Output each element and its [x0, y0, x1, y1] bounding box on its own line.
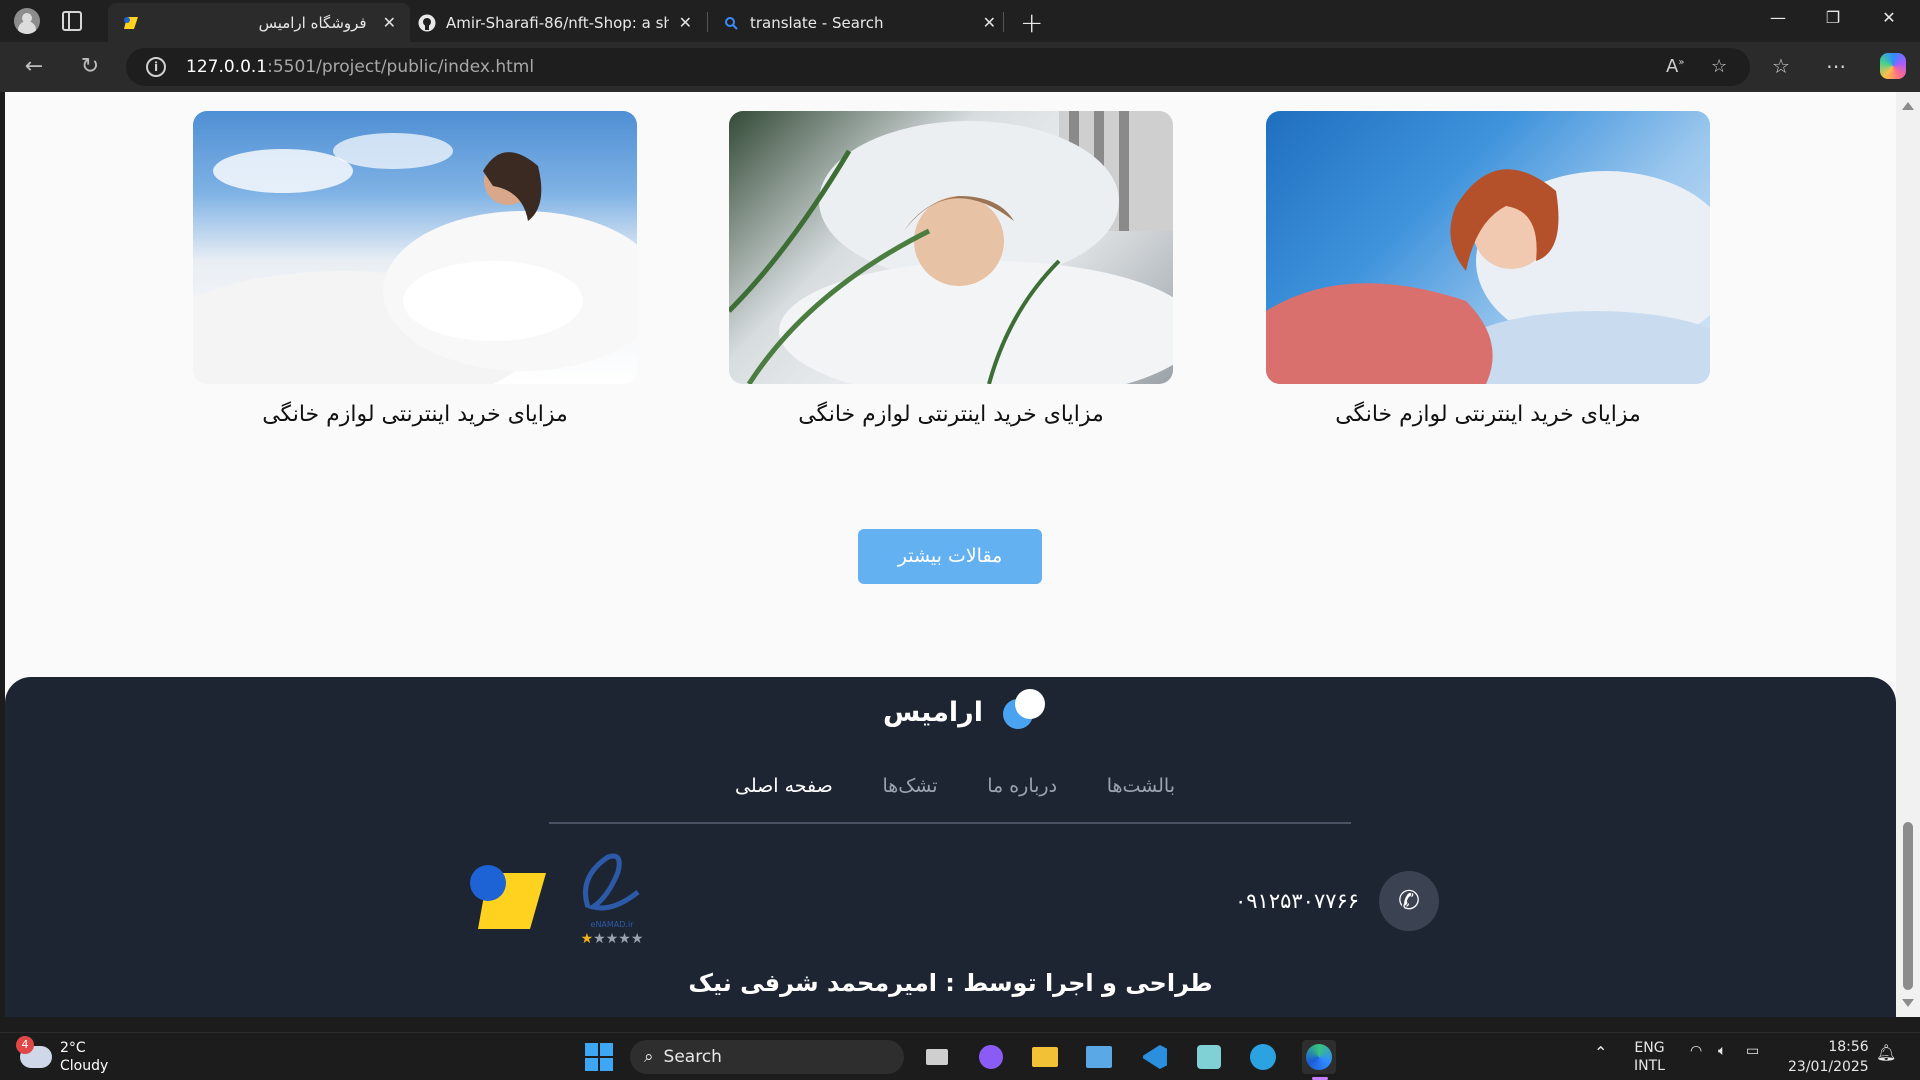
more-options-icon[interactable]: ⋯ — [1826, 54, 1846, 78]
windows-taskbar: 4 2°C Cloudy ⌕ Search ⌃ ENG INTL ◠ 🔈︎ ▭ … — [0, 1032, 1920, 1080]
site-footer: ارامیس صفحه اصلی تشک‌ها درباره ما بالشت‌… — [5, 677, 1896, 1017]
article-image-woman-sleeping-blue-sheets[interactable] — [1266, 111, 1710, 384]
page-viewport: مزایای خرید اینترنتی لوازم خانگی مزایای … — [5, 92, 1896, 1017]
article-card[interactable]: مزایای خرید اینترنتی لوازم خانگی — [1266, 111, 1710, 427]
article-caption[interactable]: مزایای خرید اینترنتی لوازم خانگی — [1266, 402, 1710, 427]
language-indicator[interactable]: ENG INTL — [1634, 1039, 1665, 1075]
article-image-child-on-pillow[interactable] — [729, 111, 1173, 384]
copilot-icon[interactable] — [1880, 53, 1906, 79]
tab-aramis-shop[interactable]: فروشگاه ارامیس ✕ — [108, 3, 410, 42]
read-aloud-icon[interactable]: A» — [1666, 56, 1684, 77]
footer-nav-about[interactable]: درباره ما — [987, 775, 1057, 797]
article-card[interactable]: مزایای خرید اینترنتی لوازم خانگی — [193, 111, 637, 427]
footer-divider — [549, 822, 1351, 824]
footer-phone[interactable]: ۰۹۱۲۵۳۰۷۷۶۶ ✆ — [1235, 871, 1440, 931]
footer-brand[interactable]: ارامیس — [883, 685, 1051, 739]
tab-title: Amir-Sharafi-86/nft-Shop: a shop — [446, 13, 669, 32]
footer-nav-home[interactable]: صفحه اصلی — [735, 775, 833, 797]
article-caption[interactable]: مزایای خرید اینترنتی لوازم خانگی — [193, 402, 637, 427]
footer-nav: صفحه اصلی تشک‌ها درباره ما بالشت‌ها — [735, 775, 1175, 797]
restore-icon[interactable]: ❐ — [1821, 8, 1845, 27]
footer-nav-pillows[interactable]: بالشت‌ها — [1107, 775, 1175, 797]
tab-close-icon[interactable]: ✕ — [679, 13, 692, 32]
url-text[interactable]: 127.0.0.1:5501/project/public/index.html — [186, 57, 534, 77]
file-explorer-icon[interactable] — [1028, 1040, 1062, 1074]
tab-title: translate - Search — [750, 13, 884, 32]
notification-bell-icon[interactable]: 🔔︎ — [1876, 1043, 1896, 1062]
battery-icon[interactable]: ▭ — [1746, 1043, 1759, 1059]
vscode-icon[interactable] — [1138, 1040, 1172, 1074]
page-scrollbar[interactable] — [1896, 92, 1920, 1017]
edge-browser-icon[interactable] — [1302, 1040, 1336, 1074]
zarinpal-logo-icon[interactable] — [470, 861, 548, 931]
task-view-icon[interactable] — [920, 1040, 954, 1074]
refresh-icon[interactable]: ↻ — [76, 54, 104, 79]
brand-name: ارامیس — [883, 696, 983, 728]
telegram-icon[interactable] — [1246, 1040, 1280, 1074]
back-icon[interactable]: ← — [20, 54, 48, 79]
github-desktop-icon[interactable] — [974, 1040, 1008, 1074]
taskbar-search[interactable]: ⌕ Search — [630, 1040, 904, 1074]
window-close-icon[interactable]: ✕ — [1877, 8, 1901, 27]
minimize-icon[interactable]: — — [1766, 8, 1790, 27]
windows-start-icon[interactable] — [582, 1040, 616, 1074]
footer-nav-mattresses[interactable]: تشک‌ها — [882, 775, 937, 797]
browser-tab-bar: فروشگاه ارامیس ✕ Amir-Sharafi-86/nft-Sho… — [0, 0, 1920, 42]
article-card[interactable]: مزایای خرید اینترنتی لوازم خانگی — [729, 111, 1173, 427]
article-image-woman-on-clouds[interactable] — [193, 111, 637, 384]
address-bar[interactable]: i 127.0.0.1:5501/project/public/index.ht… — [126, 48, 1750, 86]
weather-condition: Cloudy — [60, 1058, 109, 1074]
scroll-up-icon[interactable] — [1902, 102, 1914, 110]
new-tab-icon[interactable]: + — [1020, 6, 1043, 39]
article-caption[interactable]: مزایای خرید اینترنتی لوازم خانگی — [729, 402, 1173, 427]
zarinpal-favicon-icon — [122, 14, 140, 32]
phone-icon[interactable]: ✆ — [1379, 871, 1440, 931]
cloudy-weather-icon: 4 — [16, 1036, 52, 1068]
weather-widget[interactable]: 4 2°C Cloudy — [16, 1036, 109, 1075]
scrollbar-thumb[interactable] — [1903, 822, 1913, 990]
search-icon — [722, 14, 740, 32]
designer-credit: طراحی و اجرا توسط : امیرمحمد شرفی نیک — [688, 969, 1213, 997]
scroll-down-icon[interactable] — [1902, 999, 1914, 1007]
volume-icon[interactable]: 🔈︎ — [1718, 1043, 1726, 1059]
weather-badge: 4 — [16, 1036, 34, 1054]
phone-number[interactable]: ۰۹۱۲۵۳۰۷۷۶۶ — [1235, 889, 1359, 913]
tab-translate-search[interactable]: translate - Search ✕ — [708, 3, 1010, 42]
tab-close-icon[interactable]: ✕ — [983, 13, 996, 32]
weather-temp: 2°C — [60, 1040, 86, 1056]
clock-time: 18:56 — [1828, 1039, 1869, 1055]
browser-toolbar: ← ↻ i 127.0.0.1:5501/project/public/inde… — [0, 42, 1920, 92]
enamad-badge[interactable]: eNAMAD.ir ★★★★★ — [568, 847, 656, 951]
favorites-icon[interactable]: ☆ — [1772, 54, 1790, 78]
favorite-star-icon[interactable]: ☆ — [1711, 56, 1727, 77]
search-icon: ⌕ — [644, 1047, 654, 1067]
tab-separator — [1003, 12, 1004, 32]
clock-date: 23/01/2025 — [1788, 1059, 1869, 1075]
control-panel-icon[interactable] — [1082, 1040, 1116, 1074]
github-icon — [418, 14, 436, 32]
site-info-icon[interactable]: i — [146, 57, 166, 77]
snipping-tool-icon[interactable] — [1192, 1040, 1226, 1074]
more-articles-button[interactable]: مقالات بیشتر — [858, 529, 1042, 584]
svg-text:eNAMAD.ir: eNAMAD.ir — [591, 920, 635, 929]
tab-github[interactable]: Amir-Sharafi-86/nft-Shop: a shop ✕ — [404, 3, 706, 42]
wifi-icon[interactable]: ◠ — [1690, 1043, 1702, 1059]
brand-logo-icon — [995, 685, 1051, 739]
taskbar-clock[interactable]: 18:56 23/01/2025 — [1788, 1037, 1869, 1077]
svg-text:★★★★★: ★★★★★ — [581, 931, 644, 947]
taskbar-search-label: Search — [663, 1047, 722, 1067]
profile-avatar-icon[interactable] — [14, 8, 40, 34]
tab-title: فروشگاه ارامیس — [258, 13, 367, 32]
tab-actions-icon[interactable] — [62, 11, 82, 31]
show-hidden-icons[interactable]: ⌃ — [1594, 1043, 1607, 1062]
tab-close-icon[interactable]: ✕ — [383, 13, 396, 32]
